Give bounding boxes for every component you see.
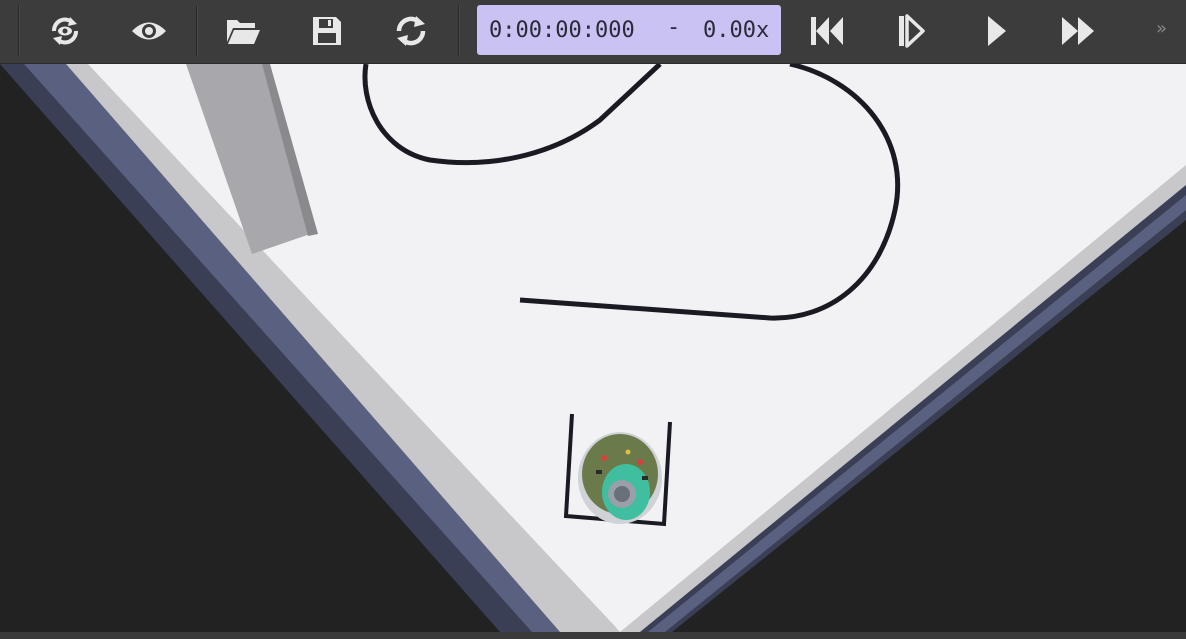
simulation-speed: 0.00x (703, 18, 770, 43)
fast-forward-button[interactable] (1056, 8, 1102, 54)
e-puck-robot[interactable] (578, 432, 662, 524)
simulation-time: 0:00:00:000 (489, 18, 635, 43)
folder-open-icon (227, 20, 260, 44)
reload-world-button[interactable] (42, 8, 88, 54)
toolbar-separator (458, 6, 459, 56)
save-world-button[interactable] (304, 8, 350, 54)
simulation-toolbar: 0:00:00:000 - 0.00x » (0, 0, 1186, 64)
3d-scene-viewport[interactable] (0, 64, 1186, 632)
scene-canvas (0, 64, 1186, 632)
reset-simulation-button[interactable] (388, 8, 434, 54)
run-button[interactable] (974, 8, 1020, 54)
toolbar-overflow-button[interactable]: » (1156, 18, 1178, 42)
save-icon (313, 17, 341, 45)
step-back-button[interactable] (804, 8, 850, 54)
time-separator: - (667, 15, 681, 40)
toolbar-separator (196, 6, 197, 56)
fast-forward-icon (1062, 17, 1094, 45)
status-strip (0, 632, 1186, 639)
step-button[interactable] (888, 8, 934, 54)
open-world-button[interactable] (220, 8, 266, 54)
reload-world-icon (52, 17, 78, 45)
eye-icon (132, 22, 166, 40)
play-icon (988, 16, 1006, 46)
simulation-time-display: 0:00:00:000 - 0.00x (477, 5, 781, 55)
toolbar-separator (18, 6, 19, 56)
step-icon (899, 14, 925, 48)
rewind-icon (811, 17, 843, 45)
show-hide-button[interactable] (126, 8, 172, 54)
refresh-icon (396, 16, 426, 46)
